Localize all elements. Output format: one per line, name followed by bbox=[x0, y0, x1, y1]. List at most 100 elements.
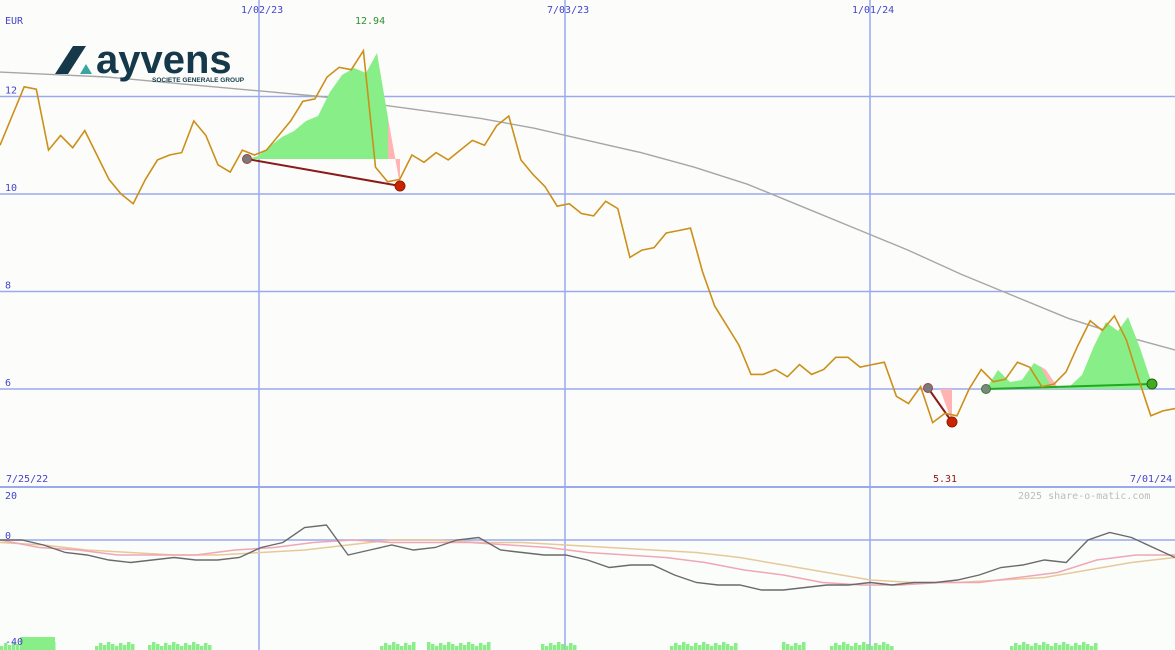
volume-bar bbox=[196, 644, 200, 650]
volume-bar bbox=[435, 646, 439, 650]
volume-bar bbox=[20, 637, 55, 650]
volume-bar bbox=[184, 643, 188, 650]
volume-bar bbox=[471, 644, 475, 650]
volume-bar bbox=[862, 642, 866, 650]
volume-bar bbox=[702, 642, 706, 650]
volume-bar bbox=[549, 643, 553, 650]
osc-label-bottom: -40 bbox=[5, 637, 23, 648]
volume-bar bbox=[866, 644, 870, 650]
volume-bar bbox=[726, 644, 730, 650]
marker-start-3 bbox=[981, 384, 991, 394]
volume-bar bbox=[396, 644, 400, 650]
volume-bar bbox=[131, 644, 135, 650]
volume-bar bbox=[782, 642, 786, 650]
volume-bar bbox=[1042, 642, 1046, 650]
volume-bar bbox=[870, 646, 874, 650]
volume-bar bbox=[168, 645, 172, 650]
volume-bar bbox=[674, 643, 678, 650]
volume-bar bbox=[1078, 645, 1082, 650]
osc-label-top: 20 bbox=[5, 491, 17, 502]
volume-bar bbox=[686, 644, 690, 650]
volume-bar bbox=[455, 646, 459, 650]
volume-bar bbox=[1074, 643, 1078, 650]
volume-bar bbox=[192, 642, 196, 650]
volume-bar bbox=[447, 642, 451, 650]
volume-bar bbox=[475, 646, 479, 650]
volume-bar bbox=[152, 642, 156, 650]
volume-bar bbox=[714, 643, 718, 650]
volume-bar bbox=[698, 645, 702, 650]
volume-bar bbox=[115, 646, 119, 650]
currency-label: EUR bbox=[5, 16, 24, 27]
volume-bar bbox=[1030, 646, 1034, 650]
volume-bar bbox=[730, 646, 734, 650]
y-tick-label: 6 bbox=[5, 378, 11, 389]
volume-bar bbox=[408, 645, 412, 650]
volume-bar bbox=[553, 645, 557, 650]
volume-bar bbox=[1034, 643, 1038, 650]
volume-bar bbox=[0, 646, 4, 650]
logo-tagline: SOCIETE GENERALE GROUP bbox=[152, 77, 245, 84]
volume-bar bbox=[392, 642, 396, 650]
volume-bar bbox=[1026, 644, 1030, 650]
volume-bar bbox=[459, 643, 463, 650]
volume-bar bbox=[1054, 643, 1058, 650]
volume-bar bbox=[890, 646, 894, 650]
volume-bar bbox=[127, 642, 131, 650]
volume-bar bbox=[156, 644, 160, 650]
volume-bar bbox=[573, 645, 577, 650]
volume-bar bbox=[204, 643, 208, 650]
volume-bar bbox=[111, 644, 115, 650]
volume-bar bbox=[786, 644, 790, 650]
volume-bar bbox=[557, 642, 561, 650]
y-tick-label: 12 bbox=[5, 86, 17, 97]
volume-bar bbox=[794, 643, 798, 650]
marker-start-2 bbox=[923, 383, 933, 393]
volume-bar bbox=[854, 643, 858, 650]
volume-bar bbox=[1070, 646, 1074, 650]
volume-bar bbox=[1010, 646, 1014, 650]
volume-bar bbox=[427, 642, 431, 650]
volume-bar bbox=[842, 642, 846, 650]
volume-bar bbox=[439, 643, 443, 650]
volume-bar bbox=[858, 645, 862, 650]
logo-wordmark: ayvens bbox=[96, 38, 232, 82]
volume-bar bbox=[1018, 645, 1022, 650]
osc-label-zero: 0 bbox=[5, 531, 11, 542]
marker-low-1 bbox=[394, 180, 406, 192]
volume-bar bbox=[1090, 646, 1094, 650]
volume-bar bbox=[846, 644, 850, 650]
date-range-end: 7/01/24 bbox=[1130, 474, 1172, 485]
volume-bar bbox=[200, 646, 204, 650]
volume-bar bbox=[176, 644, 180, 650]
volume-bar bbox=[1066, 644, 1070, 650]
volume-bar bbox=[678, 645, 682, 650]
volume-bar bbox=[882, 642, 886, 650]
volume-bar bbox=[99, 643, 103, 650]
volume-bar bbox=[483, 645, 487, 650]
volume-bar bbox=[1022, 642, 1026, 650]
volume-bar bbox=[123, 645, 127, 650]
volume-bar bbox=[886, 644, 890, 650]
volume-bar bbox=[790, 646, 794, 650]
x-tick-label: 1/02/23 bbox=[241, 5, 283, 16]
stock-chart: EUR 6 8 10 12 1/02/23 7/03/23 1/01/24 12.94 5… bbox=[0, 0, 1175, 650]
volume-bar bbox=[690, 646, 694, 650]
volume-bar bbox=[694, 643, 698, 650]
volume-bar bbox=[388, 645, 392, 650]
volume-bar bbox=[148, 645, 152, 650]
marker-end-3 bbox=[1146, 378, 1158, 390]
volume-bar bbox=[561, 644, 565, 650]
volume-bar bbox=[850, 646, 854, 650]
volume-bar bbox=[119, 643, 123, 650]
volume-bar bbox=[431, 644, 435, 650]
low-value-label: 5.31 bbox=[933, 474, 957, 485]
volume-bar bbox=[878, 645, 882, 650]
volume-bar bbox=[208, 645, 212, 650]
volume-bar bbox=[545, 646, 549, 650]
volume-bar bbox=[443, 645, 447, 650]
volume-bar bbox=[706, 644, 710, 650]
volume-bar bbox=[463, 645, 467, 650]
volume-bar bbox=[160, 646, 164, 650]
volume-bar bbox=[451, 644, 455, 650]
